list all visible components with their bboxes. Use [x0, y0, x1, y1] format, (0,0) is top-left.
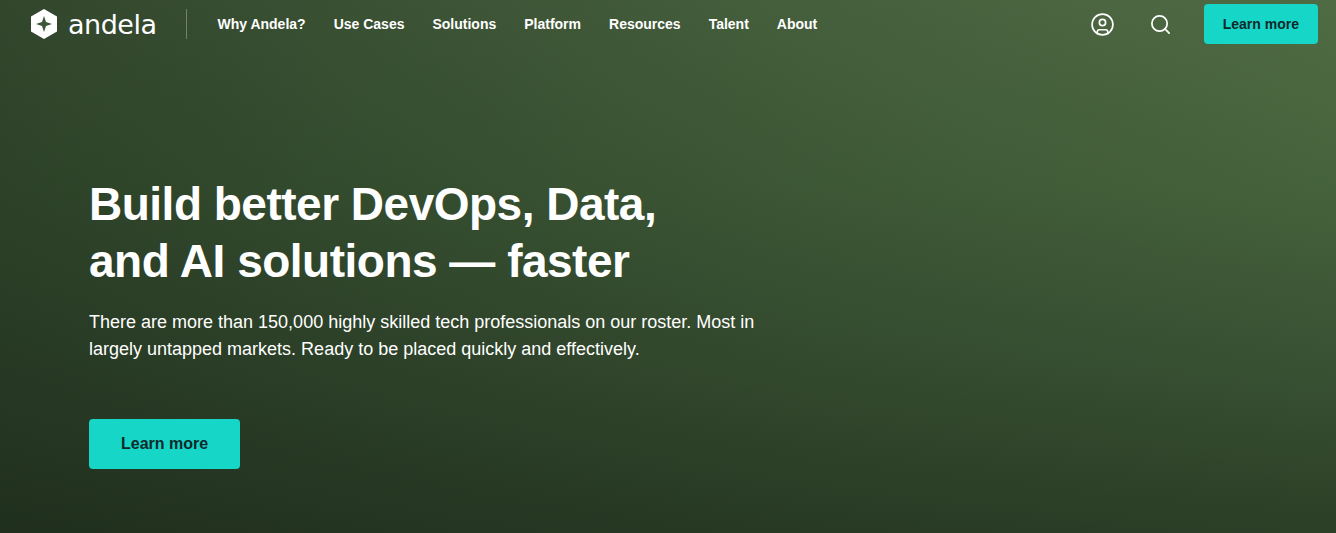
logo[interactable]: andela: [28, 8, 156, 40]
hero-description-line: largely untapped markets. Ready to be pl…: [89, 336, 754, 363]
nav-link[interactable]: About: [777, 12, 817, 36]
search-icon: [1149, 13, 1172, 36]
hero: Build better DevOps, Data,and AI solutio…: [0, 48, 1336, 533]
nav-link[interactable]: Why Andela?: [217, 12, 305, 36]
hero-description-line: There are more than 150,000 highly skill…: [89, 309, 754, 336]
search-button[interactable]: [1146, 9, 1176, 39]
hero-heading: Build better DevOps, Data,and AI solutio…: [89, 176, 656, 290]
hero-heading-line: Build better DevOps, Data,: [89, 176, 656, 233]
nav-link[interactable]: Use Cases: [334, 12, 405, 36]
hero-heading-line: and AI solutions — faster: [89, 233, 656, 290]
account-button[interactable]: [1088, 9, 1118, 39]
logo-text: andela: [68, 11, 156, 38]
nav-link[interactable]: Solutions: [432, 12, 496, 36]
nav-link[interactable]: Resources: [609, 12, 681, 36]
page: andela Why Andela? Use Cases Solutions Platf…: [0, 0, 1336, 533]
nav-bar: andela Why Andela? Use Cases Solutions Platf…: [0, 0, 1336, 48]
nav-divider: [186, 9, 187, 39]
hero-description: There are more than 150,000 highly skill…: [89, 309, 754, 363]
nav-link[interactable]: Platform: [524, 12, 581, 36]
nav-list: Why Andela? Use Cases Solutions Platform Res…: [217, 12, 1087, 36]
andela-logo-icon: [28, 8, 60, 40]
nav-link[interactable]: Talent: [709, 12, 749, 36]
nav-actions: Learn more: [1088, 4, 1318, 44]
user-icon: [1090, 12, 1115, 37]
hero-learn-more-button[interactable]: Learn more: [89, 419, 240, 469]
hero-actions: Learn more: [89, 419, 240, 469]
header-learn-more-button[interactable]: Learn more: [1204, 4, 1318, 44]
